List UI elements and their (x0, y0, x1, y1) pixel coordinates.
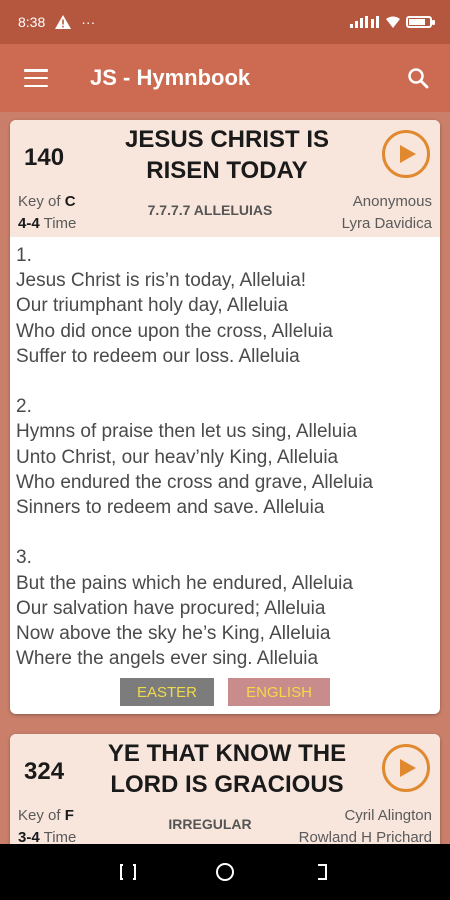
key-value: F (64, 807, 74, 824)
authors: Cyril Alington Rowland H Prichard (299, 805, 432, 844)
tag-easter[interactable]: EASTER (120, 678, 214, 706)
hymn-meter: IRREGULAR (168, 816, 252, 832)
hymn-title: JESUS CHRIST IS RISEN TODAY (124, 126, 330, 184)
app-bar: JS - Hymnbook (0, 44, 450, 112)
menu-icon[interactable] (24, 69, 48, 87)
status-time: 8:38 (18, 14, 46, 30)
hymn-title: YE THAT KNOW THE LORD IS GRACIOUS (107, 740, 347, 798)
play-button[interactable] (382, 744, 430, 792)
hymn-lyrics: 1. Jesus Christ is ris’n today, Alleluia… (16, 245, 373, 670)
home-icon[interactable] (214, 861, 236, 883)
hymn-card[interactable]: 140 JESUS CHRIST IS RISEN TODAY Key of C… (10, 120, 440, 714)
time-signature: 4-4 (18, 215, 40, 232)
hymn-card-header: 140 JESUS CHRIST IS RISEN TODAY Key of C… (10, 120, 440, 237)
tag-english[interactable]: ENGLISH (228, 678, 330, 706)
author-secondary: Rowland H Prichard (298, 829, 432, 844)
signal-icon (350, 16, 379, 28)
warning-icon (55, 15, 72, 29)
hymn-number: 324 (24, 758, 65, 785)
hymn-card-header: 324 YE THAT KNOW THE LORD IS GRACIOUS Ke… (10, 734, 440, 844)
recent-apps-icon[interactable] (117, 861, 139, 883)
system-nav-bar (0, 844, 450, 900)
time-label: Time (43, 829, 77, 844)
hymn-card[interactable]: 324 YE THAT KNOW THE LORD IS GRACIOUS Ke… (10, 734, 440, 844)
authors: Anonymous Lyra Davidica (342, 191, 432, 235)
battery-icon (406, 16, 435, 28)
tag-list: EASTER ENGLISH (10, 678, 440, 706)
author-primary: Anonymous (352, 193, 432, 210)
play-icon (400, 145, 416, 163)
app-title: JS - Hymnbook (90, 65, 251, 90)
back-icon[interactable] (311, 861, 333, 883)
play-icon (400, 759, 416, 777)
status-overflow-dots: ··· (81, 14, 96, 30)
time-label: Time (43, 215, 77, 232)
key-value: C (64, 193, 76, 210)
key-label: Key of (18, 807, 61, 824)
key-info: Key of F 3-4 Time (18, 805, 76, 844)
author-primary: Cyril Alington (344, 807, 432, 824)
key-label: Key of (18, 193, 61, 210)
key-info: Key of C 4-4 Time (18, 191, 76, 235)
time-signature: 3-4 (18, 829, 40, 844)
hymn-number: 140 (24, 144, 65, 171)
search-icon[interactable] (406, 66, 430, 90)
hymn-meter: 7.7.7.7 ALLELUIAS (147, 202, 273, 218)
hymn-list[interactable]: 140 JESUS CHRIST IS RISEN TODAY Key of C… (0, 112, 450, 844)
wifi-icon (386, 16, 400, 28)
author-secondary: Lyra Davidica (341, 215, 432, 232)
play-button[interactable] (382, 130, 430, 178)
status-bar: 8:38 ··· (0, 0, 450, 44)
